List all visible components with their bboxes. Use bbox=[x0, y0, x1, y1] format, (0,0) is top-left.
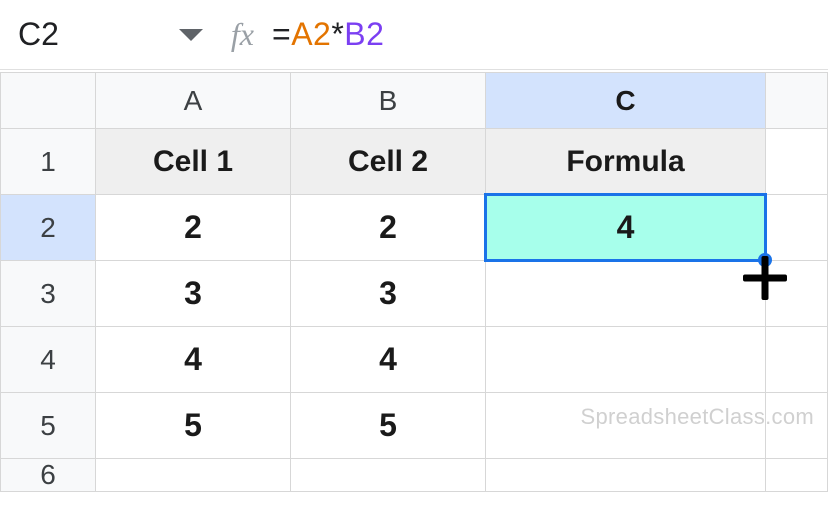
row-header-1[interactable]: 1 bbox=[1, 129, 96, 195]
cell-a4[interactable]: 4 bbox=[96, 327, 291, 393]
cell-c5[interactable] bbox=[486, 393, 766, 459]
row-header-6[interactable]: 6 bbox=[1, 459, 96, 492]
cell-c2-value: 4 bbox=[617, 209, 635, 245]
cell-c6[interactable] bbox=[486, 459, 766, 492]
cell-d1[interactable] bbox=[766, 129, 828, 195]
active-cell-ref: C2 bbox=[18, 16, 59, 53]
row-header-2[interactable]: 2 bbox=[1, 195, 96, 261]
cell-b5[interactable]: 5 bbox=[291, 393, 486, 459]
column-header-b[interactable]: B bbox=[291, 73, 486, 129]
cell-c1[interactable]: Formula bbox=[486, 129, 766, 195]
cell-b4[interactable]: 4 bbox=[291, 327, 486, 393]
cell-b1[interactable]: Cell 2 bbox=[291, 129, 486, 195]
cell-a1[interactable]: Cell 1 bbox=[96, 129, 291, 195]
cell-c2[interactable]: 4 bbox=[486, 195, 766, 261]
cell-a6[interactable] bbox=[96, 459, 291, 492]
cell-d4[interactable] bbox=[766, 327, 828, 393]
caret-down-icon[interactable] bbox=[179, 29, 203, 41]
cell-a3[interactable]: 3 bbox=[96, 261, 291, 327]
cell-d5[interactable] bbox=[766, 393, 828, 459]
cell-a5[interactable]: 5 bbox=[96, 393, 291, 459]
formula-input[interactable]: = A2 * B2 bbox=[272, 16, 384, 53]
cell-b3[interactable]: 3 bbox=[291, 261, 486, 327]
name-box[interactable]: C2 bbox=[18, 16, 203, 53]
formula-ref-a2: A2 bbox=[291, 16, 331, 53]
column-header-a[interactable]: A bbox=[96, 73, 291, 129]
cell-a2[interactable]: 2 bbox=[96, 195, 291, 261]
cell-c3[interactable] bbox=[486, 261, 766, 327]
row-header-5[interactable]: 5 bbox=[1, 393, 96, 459]
cell-d2[interactable] bbox=[766, 195, 828, 261]
spreadsheet-grid[interactable]: A B C 1 Cell 1 Cell 2 Formula 2 2 2 4 bbox=[0, 72, 828, 492]
fx-icon: fx bbox=[231, 16, 254, 53]
cell-d3[interactable] bbox=[766, 261, 828, 327]
row-header-4[interactable]: 4 bbox=[1, 327, 96, 393]
cell-c4[interactable] bbox=[486, 327, 766, 393]
formula-equals: = bbox=[272, 16, 291, 53]
formula-operator: * bbox=[331, 16, 344, 53]
column-header-c[interactable]: C bbox=[486, 73, 766, 129]
cell-b2[interactable]: 2 bbox=[291, 195, 486, 261]
select-all-corner[interactable] bbox=[1, 73, 96, 129]
formula-bar: C2 fx = A2 * B2 bbox=[0, 0, 828, 70]
row-header-3[interactable]: 3 bbox=[1, 261, 96, 327]
cell-d6[interactable] bbox=[766, 459, 828, 492]
cell-b6[interactable] bbox=[291, 459, 486, 492]
formula-ref-b2: B2 bbox=[344, 16, 384, 53]
column-header-extra[interactable] bbox=[766, 73, 828, 129]
